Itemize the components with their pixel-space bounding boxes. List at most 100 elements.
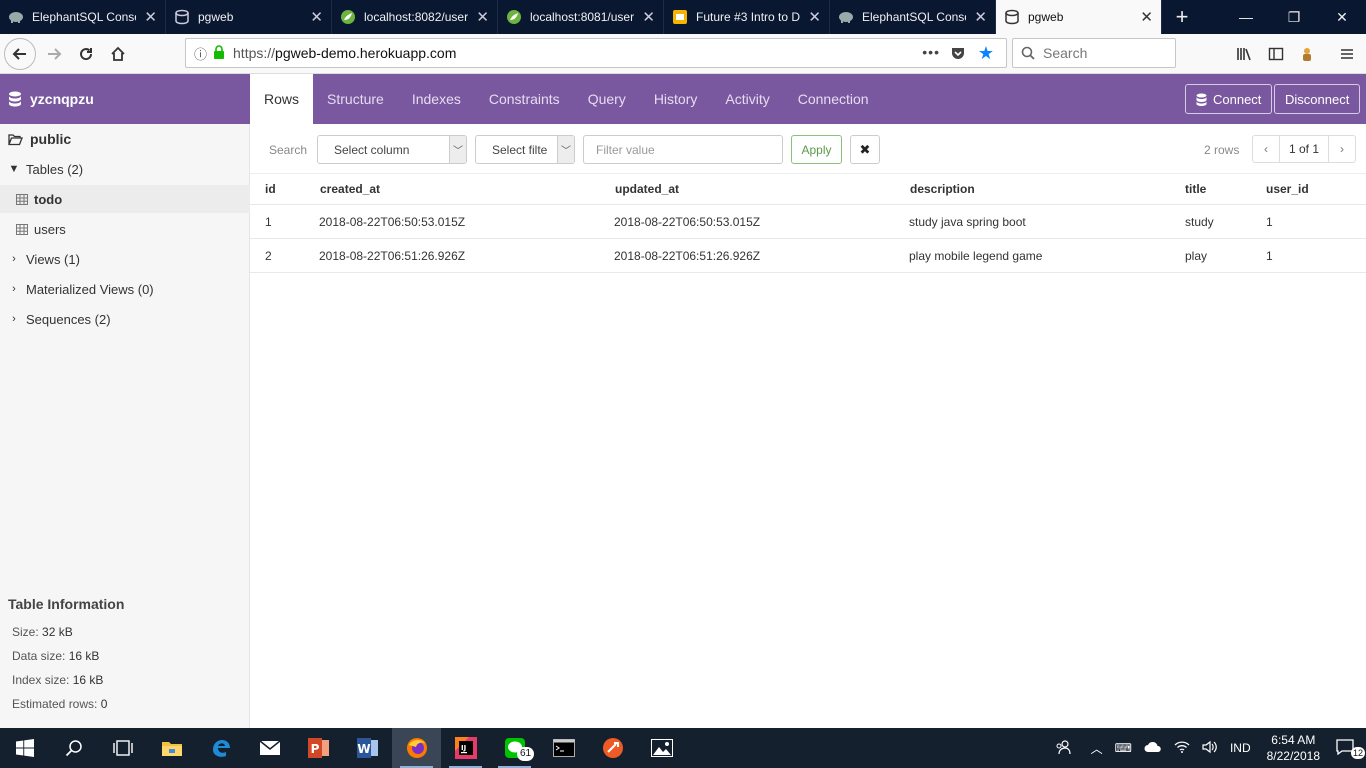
edge-icon[interactable] [196, 728, 245, 768]
chevron-up-icon[interactable]: ︿ [1091, 740, 1103, 757]
clock[interactable]: 6:54 AM 8/22/2018 [1267, 732, 1320, 764]
table-cell[interactable]: 2018-08-22T06:51:26.926Z [319, 239, 465, 272]
tab-activity[interactable]: Activity [711, 74, 783, 124]
close-window-icon[interactable]: ✕ [1318, 0, 1366, 34]
volume-icon[interactable] [1202, 740, 1218, 757]
close-icon[interactable]: ✕ [1140, 8, 1153, 26]
close-icon[interactable]: ✕ [974, 8, 987, 26]
filter-value-input[interactable]: Filter value [583, 135, 783, 164]
menu-icon[interactable] [1334, 41, 1360, 67]
table-cell[interactable]: 1 [265, 205, 272, 238]
table-cell[interactable]: 2 [265, 239, 272, 272]
task-view-icon[interactable] [98, 728, 147, 768]
table-cell[interactable]: 2018-08-22T06:50:53.015Z [614, 205, 760, 238]
address-bar[interactable]: ⓘ https://pgweb-demo.herokuapp.com ••• ★ [185, 38, 1007, 68]
browser-tab[interactable]: localhost:8082/user ✕ [332, 0, 498, 34]
column-select[interactable]: Select column ﹀ [317, 135, 467, 164]
table-cell[interactable]: 1 [1266, 205, 1273, 238]
people-icon[interactable] [1055, 739, 1071, 758]
next-page-button[interactable]: › [1329, 136, 1355, 162]
library-icon[interactable] [1231, 41, 1257, 67]
photos-icon[interactable] [637, 728, 686, 768]
line-icon[interactable]: 61 [490, 728, 539, 768]
tab-indexes[interactable]: Indexes [398, 74, 475, 124]
wifi-icon[interactable] [1174, 740, 1190, 757]
search-field[interactable]: Search [1012, 38, 1176, 68]
table-cell[interactable]: 2018-08-22T06:51:26.926Z [614, 239, 760, 272]
close-icon[interactable]: ✕ [310, 8, 323, 26]
column-header[interactable]: updated_at [615, 174, 679, 204]
extension-icon[interactable] [1295, 41, 1321, 67]
table-cell[interactable]: study [1185, 205, 1214, 238]
table-row[interactable]: 2 2018-08-22T06:51:26.926Z 2018-08-22T06… [250, 239, 1366, 273]
word-icon[interactable]: W [343, 728, 392, 768]
close-icon[interactable]: ✕ [808, 8, 821, 26]
close-icon[interactable]: ✕ [476, 8, 489, 26]
back-button[interactable] [4, 38, 36, 70]
prev-page-button[interactable]: ‹ [1253, 136, 1279, 162]
disconnect-button[interactable]: Disconnect [1274, 84, 1361, 114]
new-tab-button[interactable]: + [1162, 0, 1202, 34]
tab-query[interactable]: Query [574, 74, 640, 124]
browser-tab[interactable]: ElephantSQL Conso ✕ [0, 0, 166, 34]
table-cell[interactable]: 1 [1266, 239, 1273, 272]
firefox-icon[interactable] [392, 728, 441, 768]
windows-start-icon[interactable] [0, 728, 49, 768]
language-indicator[interactable]: IND [1230, 741, 1251, 755]
mail-icon[interactable] [245, 728, 294, 768]
tables-group[interactable]: ▼ Tables (2) [0, 155, 250, 183]
table-row[interactable]: 1 2018-08-22T06:50:53.015Z 2018-08-22T06… [250, 205, 1366, 239]
column-header[interactable]: id [265, 174, 276, 204]
onedrive-icon[interactable] [1144, 741, 1162, 756]
sidebar-item-todo[interactable]: todo [0, 185, 250, 213]
info-icon[interactable]: ⓘ [194, 44, 207, 63]
sidebar-item-users[interactable]: users [0, 215, 250, 243]
table-cell[interactable]: play mobile legend game [909, 239, 1042, 272]
schema-item[interactable]: public [0, 125, 250, 153]
reload-button[interactable] [70, 38, 102, 70]
input-method-icon[interactable]: ⌨ [1115, 741, 1132, 755]
home-button[interactable] [102, 38, 134, 70]
postman-icon[interactable] [588, 728, 637, 768]
bookmark-star-icon[interactable]: ★ [978, 43, 994, 64]
sidebar-toggle-icon[interactable] [1263, 41, 1289, 67]
column-header[interactable]: user_id [1266, 174, 1309, 204]
browser-tab[interactable]: ElephantSQL Conso ✕ [830, 0, 996, 34]
intellij-icon[interactable]: IJ [441, 728, 490, 768]
sequences-group[interactable]: › Sequences (2) [0, 305, 250, 333]
views-group[interactable]: › Views (1) [0, 245, 250, 273]
column-header[interactable]: title [1185, 174, 1206, 204]
tab-rows[interactable]: Rows [250, 74, 314, 124]
browser-tab[interactable]: localhost:8081/user ✕ [498, 0, 664, 34]
clear-filter-button[interactable]: ✖ [850, 135, 880, 164]
browser-tab[interactable]: pgweb ✕ [166, 0, 332, 34]
tab-history[interactable]: History [640, 74, 712, 124]
tab-structure[interactable]: Structure [313, 74, 398, 124]
filter-select[interactable]: Select filte ﹀ [475, 135, 575, 164]
materialized-views-group[interactable]: › Materialized Views (0) [0, 275, 250, 303]
notification-icon[interactable]: 12 [1336, 738, 1366, 759]
search-icon[interactable] [49, 728, 98, 768]
close-icon[interactable]: ✕ [642, 8, 655, 26]
close-icon[interactable]: ✕ [144, 8, 157, 26]
forward-button[interactable] [38, 38, 70, 70]
minimize-icon[interactable]: — [1222, 0, 1270, 34]
page-actions-icon[interactable]: ••• [922, 44, 940, 60]
column-header[interactable]: description [910, 174, 975, 204]
table-cell[interactable]: study java spring boot [909, 205, 1026, 238]
tab-constraints[interactable]: Constraints [475, 74, 574, 124]
powerpoint-icon[interactable]: P [294, 728, 343, 768]
connect-button[interactable]: Connect [1185, 84, 1273, 114]
file-explorer-icon[interactable] [147, 728, 196, 768]
database-name: yzcnqpzu [30, 91, 94, 107]
terminal-icon[interactable] [539, 728, 588, 768]
table-cell[interactable]: play [1185, 239, 1207, 272]
pocket-icon[interactable] [950, 45, 966, 64]
apply-button[interactable]: Apply [791, 135, 842, 164]
column-header[interactable]: created_at [320, 174, 380, 204]
tab-connection[interactable]: Connection [784, 74, 883, 124]
browser-tab[interactable]: Future #3 Intro to D ✕ [664, 0, 830, 34]
browser-tab-active[interactable]: pgweb ✕ [996, 0, 1162, 34]
restore-icon[interactable]: ❐ [1270, 0, 1318, 34]
table-cell[interactable]: 2018-08-22T06:50:53.015Z [319, 205, 465, 238]
